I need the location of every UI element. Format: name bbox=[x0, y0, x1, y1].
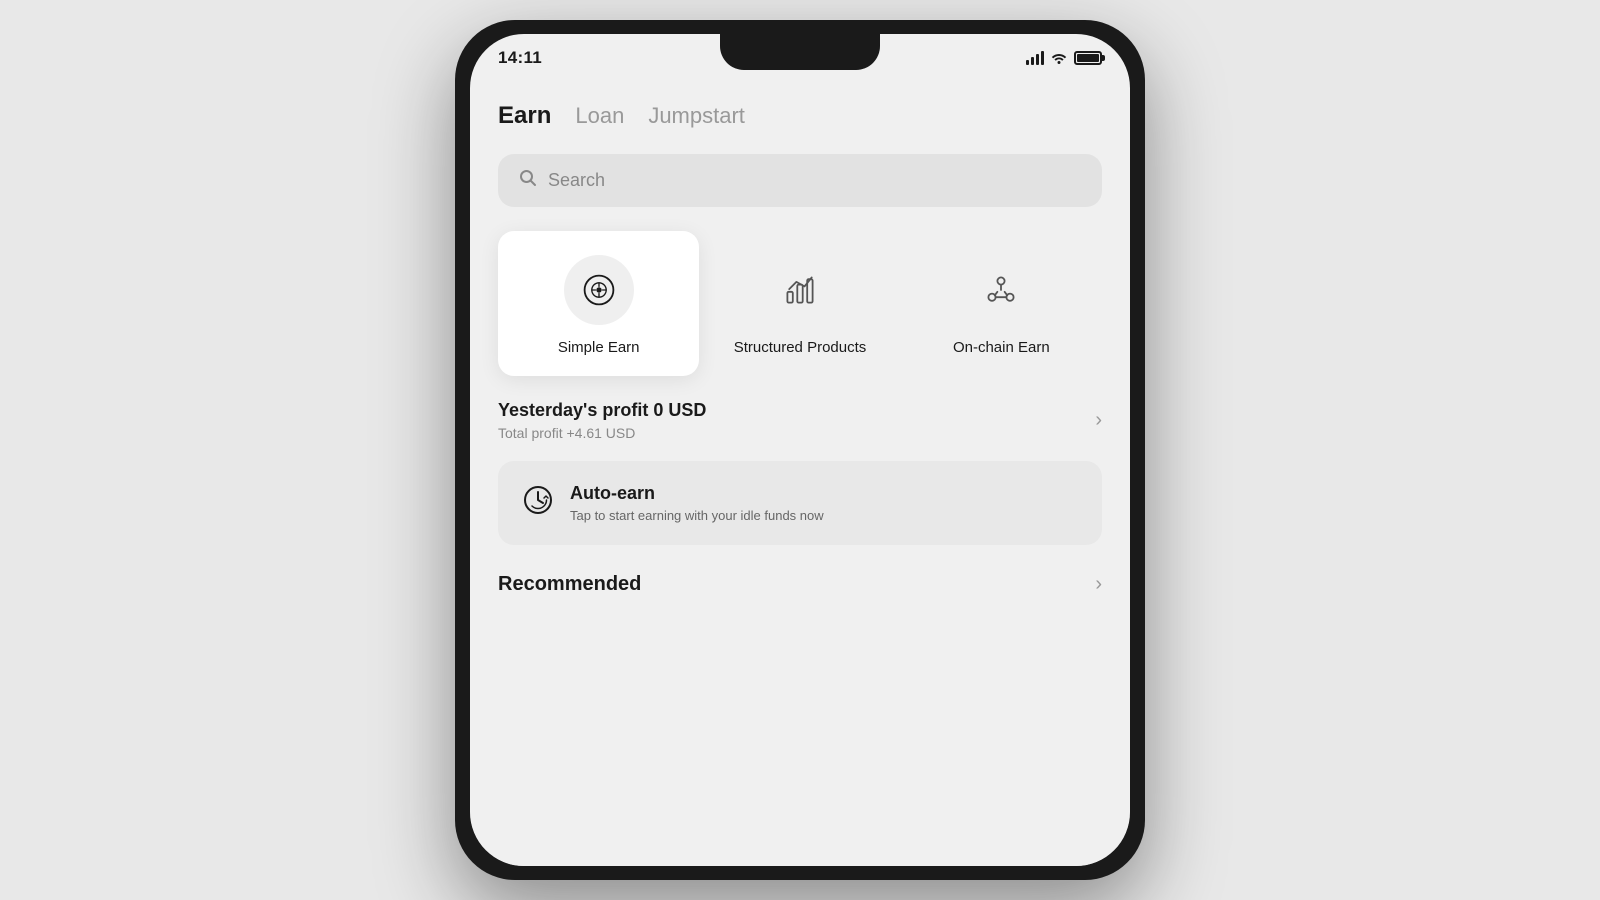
nav-tabs: Earn Loan Jumpstart bbox=[498, 98, 1102, 134]
onchain-icon bbox=[983, 272, 1019, 308]
battery-icon bbox=[1074, 51, 1102, 65]
phone-frame: 14:11 bbox=[455, 20, 1145, 880]
auto-earn-subtitle: Tap to start earning with your idle fund… bbox=[570, 508, 824, 523]
simple-earn-icon-wrap bbox=[564, 255, 634, 325]
phone-screen: 14:11 bbox=[470, 34, 1130, 866]
profit-subtitle: Total profit +4.61 USD bbox=[498, 425, 706, 441]
product-card-onchain[interactable]: On-chain Earn bbox=[901, 231, 1102, 376]
signal-icon bbox=[1026, 51, 1044, 65]
tab-jumpstart[interactable]: Jumpstart bbox=[648, 103, 745, 133]
profit-title: Yesterday's profit 0 USD bbox=[498, 400, 706, 421]
structured-icon bbox=[782, 272, 818, 308]
profit-section[interactable]: Yesterday's profit 0 USD Total profit +4… bbox=[498, 400, 1102, 441]
product-cards: Simple Earn Structured Products bbox=[498, 231, 1102, 376]
notch bbox=[720, 34, 880, 70]
structured-label: Structured Products bbox=[734, 339, 867, 356]
auto-earn-title: Auto-earn bbox=[570, 483, 824, 504]
auto-earn-icon bbox=[522, 484, 554, 523]
auto-earn-card[interactable]: Auto-earn Tap to start earning with your… bbox=[498, 461, 1102, 545]
status-icons bbox=[1026, 50, 1102, 67]
main-content: Earn Loan Jumpstart Search bbox=[470, 82, 1130, 866]
search-placeholder: Search bbox=[548, 170, 605, 191]
product-card-structured[interactable]: Structured Products bbox=[699, 231, 900, 376]
search-bar[interactable]: Search bbox=[498, 154, 1102, 207]
auto-earn-text: Auto-earn Tap to start earning with your… bbox=[570, 483, 824, 523]
simple-earn-label: Simple Earn bbox=[558, 339, 640, 356]
product-card-simple-earn[interactable]: Simple Earn bbox=[498, 231, 699, 376]
structured-icon-wrap bbox=[765, 255, 835, 325]
recommended-section[interactable]: Recommended › bbox=[498, 573, 1102, 596]
profit-info: Yesterday's profit 0 USD Total profit +4… bbox=[498, 400, 706, 441]
wifi-icon bbox=[1050, 50, 1068, 67]
tab-earn[interactable]: Earn bbox=[498, 102, 551, 134]
onchain-label: On-chain Earn bbox=[953, 339, 1050, 356]
search-icon bbox=[518, 168, 538, 193]
onchain-icon-wrap bbox=[966, 255, 1036, 325]
tab-loan[interactable]: Loan bbox=[575, 103, 624, 133]
recommended-chevron-icon: › bbox=[1095, 573, 1102, 596]
status-time: 14:11 bbox=[498, 48, 542, 68]
profit-chevron-icon: › bbox=[1095, 409, 1102, 432]
recommended-title: Recommended bbox=[498, 573, 641, 596]
simple-earn-icon bbox=[581, 272, 617, 308]
